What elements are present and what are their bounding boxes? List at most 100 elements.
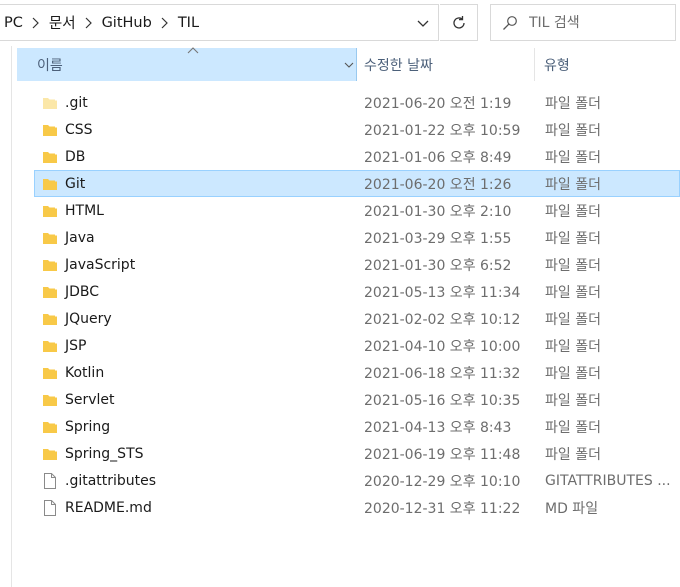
- refresh-button[interactable]: [440, 4, 478, 41]
- file-name: JQuery: [65, 310, 112, 327]
- file-date: 2020-12-31 오후 11:22: [364, 500, 521, 517]
- chevron-right-icon[interactable]: [154, 17, 176, 29]
- file-name: README.md: [65, 499, 152, 516]
- column-header-date[interactable]: 수정한 날짜: [357, 48, 535, 81]
- breadcrumb-til[interactable]: TIL: [176, 15, 201, 31]
- column-filter-dropdown[interactable]: [341, 48, 357, 81]
- file-date: 2021-06-19 오후 11:48: [364, 446, 521, 463]
- file-row[interactable]: JQuery 2021-02-02 오후 10:12 파일 폴더: [34, 305, 680, 332]
- file-type: 파일 폴더: [545, 203, 601, 220]
- folder-icon: [41, 94, 59, 112]
- file-row[interactable]: JSP 2021-04-10 오후 10:00 파일 폴더: [34, 332, 680, 359]
- file-row[interactable]: DB 2021-01-06 오후 8:49 파일 폴더: [34, 143, 680, 170]
- column-header-row: 이름 수정한 날짜 유형: [17, 47, 680, 81]
- file-row[interactable]: Java 2021-03-29 오후 1:55 파일 폴더: [34, 224, 680, 251]
- chevron-down-icon: [417, 20, 429, 27]
- file-icon: [41, 499, 59, 517]
- file-date: 2021-01-06 오후 8:49: [364, 149, 512, 166]
- search-box[interactable]: [490, 4, 676, 41]
- file-row[interactable]: JavaScript 2021-01-30 오후 6:52 파일 폴더: [34, 251, 680, 278]
- column-header-date-label: 수정한 날짜: [364, 57, 433, 74]
- file-name: CSS: [65, 121, 93, 138]
- chevron-right-icon[interactable]: [25, 17, 47, 29]
- file-date: 2021-04-10 오후 10:00: [364, 338, 521, 355]
- navigation-pane-edge[interactable]: [0, 46, 12, 587]
- file-date: 2021-03-29 오후 1:55: [364, 230, 512, 247]
- file-name: .gitattributes: [65, 472, 157, 489]
- file-type: 파일 폴더: [545, 338, 601, 355]
- address-history-dropdown[interactable]: [412, 13, 434, 33]
- file-list: .git 2021-06-20 오전 1:19 파일 폴더 CSS 2021-0…: [34, 89, 680, 521]
- file-type: 파일 폴더: [545, 311, 601, 328]
- file-name: Spring_STS: [65, 445, 144, 462]
- file-type: 파일 폴더: [545, 419, 601, 436]
- folder-icon: [41, 202, 59, 220]
- file-date: 2021-05-13 오후 11:34: [364, 284, 521, 301]
- file-type: 파일 폴더: [545, 176, 601, 193]
- file-name: HTML: [65, 202, 104, 219]
- file-date: 2021-06-20 오전 1:19: [364, 95, 512, 112]
- file-date: 2021-01-22 오후 10:59: [364, 122, 521, 139]
- file-row[interactable]: CSS 2021-01-22 오후 10:59 파일 폴더: [34, 116, 680, 143]
- sort-ascending-icon: [187, 47, 199, 54]
- breadcrumb-documents[interactable]: 문서: [47, 12, 78, 33]
- file-name: JavaScript: [65, 256, 136, 273]
- file-type: 파일 폴더: [545, 122, 601, 139]
- file-row[interactable]: JDBC 2021-05-13 오후 11:34 파일 폴더: [34, 278, 680, 305]
- file-row[interactable]: HTML 2021-01-30 오후 2:10 파일 폴더: [34, 197, 680, 224]
- folder-icon: [41, 418, 59, 436]
- file-row[interactable]: Kotlin 2021-06-18 오후 11:32 파일 폴더: [34, 359, 680, 386]
- column-header-type[interactable]: 유형: [536, 48, 680, 81]
- folder-icon: [41, 391, 59, 409]
- folder-icon: [41, 310, 59, 328]
- file-row[interactable]: Spring_STS 2021-06-19 오후 11:48 파일 폴더: [34, 440, 680, 467]
- address-toolbar: PC 문서 GitHub TIL: [0, 0, 680, 46]
- chevron-down-icon: [344, 62, 354, 68]
- file-row[interactable]: README.md 2020-12-31 오후 11:22 MD 파일: [34, 494, 680, 521]
- search-icon: [491, 15, 529, 31]
- column-header-name-label: 이름: [37, 57, 63, 74]
- file-date: 2021-01-30 오후 6:52: [364, 257, 512, 274]
- file-type: 파일 폴더: [545, 365, 601, 382]
- column-header-type-label: 유형: [544, 57, 570, 74]
- folder-icon: [41, 337, 59, 355]
- file-type: 파일 폴더: [545, 446, 601, 463]
- file-type: 파일 폴더: [545, 149, 601, 166]
- file-type: 파일 폴더: [545, 257, 601, 274]
- file-row[interactable]: Git 2021-06-20 오전 1:26 파일 폴더: [34, 170, 680, 197]
- file-row[interactable]: .gitattributes 2020-12-29 오후 10:10 GITAT…: [34, 467, 680, 494]
- refresh-icon: [452, 15, 465, 29]
- folder-icon: [41, 283, 59, 301]
- file-date: 2021-06-20 오전 1:26: [364, 176, 512, 193]
- file-icon: [41, 472, 59, 490]
- address-bar[interactable]: PC 문서 GitHub TIL: [0, 4, 439, 41]
- file-name: Kotlin: [65, 364, 105, 381]
- file-date: 2021-02-02 오후 10:12: [364, 311, 521, 328]
- file-type: 파일 폴더: [545, 230, 601, 247]
- folder-icon: [41, 229, 59, 247]
- file-type: 파일 폴더: [545, 284, 601, 301]
- file-date: 2021-01-30 오후 2:10: [364, 203, 512, 220]
- file-row[interactable]: .git 2021-06-20 오전 1:19 파일 폴더: [34, 89, 680, 116]
- file-row[interactable]: Servlet 2021-05-16 오후 10:35 파일 폴더: [34, 386, 680, 413]
- file-date: 2020-12-29 오후 10:10: [364, 473, 521, 490]
- search-input[interactable]: [529, 14, 669, 31]
- file-name: JDBC: [65, 283, 100, 300]
- folder-icon: [41, 256, 59, 274]
- chevron-right-icon[interactable]: [78, 17, 100, 29]
- file-type: MD 파일: [545, 500, 599, 517]
- file-name: Java: [65, 229, 95, 246]
- file-name: Git: [65, 175, 86, 192]
- file-row[interactable]: Spring 2021-04-13 오후 8:43 파일 폴더: [34, 413, 680, 440]
- file-type: 파일 폴더: [545, 392, 601, 409]
- breadcrumb-pc[interactable]: PC: [0, 15, 25, 31]
- folder-icon: [41, 364, 59, 382]
- folder-icon: [41, 148, 59, 166]
- file-date: 2021-04-13 오후 8:43: [364, 419, 512, 436]
- file-type: 파일 폴더: [545, 95, 601, 112]
- file-name: Servlet: [65, 391, 115, 408]
- folder-icon: [41, 175, 59, 193]
- file-name: .git: [65, 94, 88, 111]
- folder-icon: [41, 121, 59, 139]
- breadcrumb-github[interactable]: GitHub: [100, 15, 154, 31]
